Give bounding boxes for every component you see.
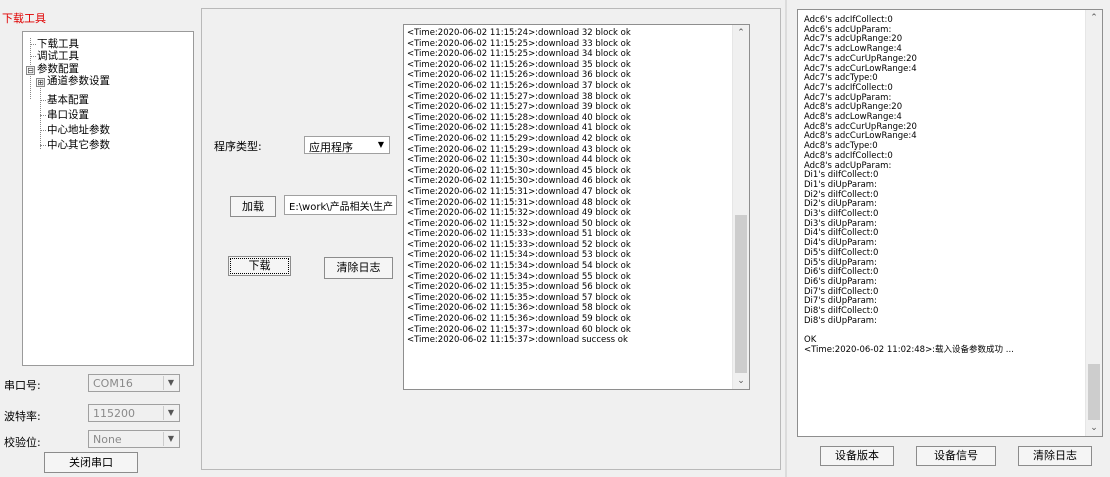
parity-value: None [93, 433, 122, 446]
clear-device-log-button[interactable]: 清除日志 [1018, 446, 1092, 466]
tree-item-param-config[interactable]: 参数配置 [37, 63, 79, 75]
config-tree[interactable]: 下载工具 调试工具 ⊟ 参数配置 ⊞ 通道参数设置 基本配置 串口设置 中心地址… [22, 31, 194, 366]
baud-rate-value: 115200 [93, 407, 135, 420]
log-line: <Time:2020-06-02 11:15:30>:download 45 b… [407, 165, 631, 176]
panel-title: 下载工具 [2, 12, 46, 25]
device-signal-button[interactable]: 设备信号 [916, 446, 996, 466]
close-port-button[interactable]: 关闭串口 [44, 452, 138, 473]
log-line: <Time:2020-06-02 11:15:29>:download 42 b… [407, 133, 631, 144]
scroll-thumb[interactable] [1088, 364, 1100, 420]
tree-connector [30, 56, 36, 57]
download-log[interactable]: <Time:2020-06-02 11:15:24>:download 32 b… [403, 24, 750, 390]
log-line: <Time:2020-06-02 11:15:27>:download 38 b… [407, 91, 631, 102]
tree-connector [40, 145, 46, 146]
chevron-down-icon[interactable]: ▼ [163, 406, 178, 420]
log-line: <Time:2020-06-02 11:15:33>:download 51 b… [407, 229, 631, 240]
tree-connector [40, 130, 46, 131]
serial-port-value: COM16 [93, 377, 133, 390]
tree-connector [40, 115, 46, 116]
log-line: <Time:2020-06-02 11:15:28>:download 40 b… [407, 112, 631, 123]
log-line: <Time:2020-06-02 11:15:30>:download 46 b… [407, 176, 631, 187]
log-line: <Time:2020-06-02 11:15:30>:download 44 b… [407, 155, 631, 166]
log-line: <Time:2020-06-02 11:02:48>:载入设备参数成功 ... [804, 344, 1014, 355]
scroll-up-icon[interactable]: ⌃ [733, 25, 749, 41]
log-line: <Time:2020-06-02 11:15:35>:download 56 b… [407, 282, 631, 293]
tree-item-serial-settings[interactable]: 串口设置 [47, 109, 89, 121]
device-version-button[interactable]: 设备版本 [820, 446, 894, 466]
left-panel: 下载工具 下载工具 调试工具 ⊟ 参数配置 ⊞ 通道参数设置 基本配置 串口设置… [0, 0, 195, 477]
log-line: <Time:2020-06-02 11:15:28>:download 41 b… [407, 123, 631, 134]
log-line: <Time:2020-06-02 11:15:32>:download 50 b… [407, 218, 631, 229]
tree-item-download-tool[interactable]: 下载工具 [37, 38, 79, 50]
tree-item-basic-config[interactable]: 基本配置 [47, 94, 89, 106]
log-line: <Time:2020-06-02 11:15:37>:download succ… [407, 335, 628, 346]
scroll-thumb[interactable] [735, 215, 747, 373]
chevron-down-icon[interactable]: ▼ [374, 138, 388, 152]
log-line: <Time:2020-06-02 11:15:37>:download 60 b… [407, 324, 631, 335]
log-line: <Time:2020-06-02 11:15:35>:download 57 b… [407, 292, 631, 303]
log-line: <Time:2020-06-02 11:15:26>:download 36 b… [407, 70, 631, 81]
baud-rate-label: 波特率: [4, 410, 41, 423]
device-log[interactable]: Adc6's adcIfCollect:0 Adc6's adcUpParam: A… [797, 9, 1103, 437]
log-line: <Time:2020-06-02 11:15:27>:download 39 b… [407, 102, 631, 113]
log-line: <Time:2020-06-02 11:15:31>:download 48 b… [407, 197, 631, 208]
log-line: <Time:2020-06-02 11:15:34>:download 54 b… [407, 261, 631, 272]
log-scrollbar[interactable]: ⌃ ⌄ [732, 25, 749, 389]
log-line: <Time:2020-06-02 11:15:25>:download 33 b… [407, 38, 631, 49]
file-path-value: E:\work\产品相关\生产 [289, 202, 393, 213]
collapse-icon[interactable]: ⊟ [26, 66, 35, 75]
tree-item-debug-tool[interactable]: 调试工具 [37, 50, 79, 62]
log-line: <Time:2020-06-02 11:15:25>:download 34 b… [407, 49, 631, 60]
log-line: <Time:2020-06-02 11:15:36>:download 58 b… [407, 303, 631, 314]
program-type-label: 程序类型: [214, 140, 262, 153]
tree-connector [40, 100, 46, 101]
log-line: <Time:2020-06-02 11:15:31>:download 47 b… [407, 186, 631, 197]
log-line: <Time:2020-06-02 11:15:24>:download 32 b… [407, 28, 631, 38]
log-line: <Time:2020-06-02 11:15:33>:download 52 b… [407, 239, 631, 250]
scroll-up-icon[interactable]: ⌃ [1086, 10, 1102, 26]
scroll-down-icon[interactable]: ⌄ [1086, 420, 1102, 436]
program-type-select[interactable]: 应用程序 ▼ [304, 136, 390, 154]
log-line: <Time:2020-06-02 11:15:36>:download 59 b… [407, 314, 631, 325]
clear-log-button[interactable]: 清除日志 [324, 257, 393, 279]
load-button[interactable]: 加载 [230, 196, 276, 217]
log-line: Di8's diUpParam: [804, 315, 877, 326]
log-line: <Time:2020-06-02 11:15:32>:download 49 b… [407, 208, 631, 219]
chevron-down-icon[interactable]: ▼ [163, 376, 178, 390]
chevron-down-icon[interactable]: ▼ [163, 432, 178, 446]
log-line: <Time:2020-06-02 11:15:26>:download 35 b… [407, 59, 631, 70]
tree-item-channel-params[interactable]: 通道参数设置 [47, 75, 110, 87]
log-line: <Time:2020-06-02 11:15:34>:download 53 b… [407, 250, 631, 261]
parity-label: 校验位: [4, 436, 41, 449]
parity-select[interactable]: None ▼ [88, 430, 180, 448]
serial-port-select[interactable]: COM16 ▼ [88, 374, 180, 392]
tree-connector [30, 44, 36, 45]
device-log-scrollbar[interactable]: ⌃ ⌄ [1085, 10, 1102, 436]
download-button[interactable]: 下载 [228, 256, 291, 276]
file-path-input[interactable]: E:\work\产品相关\生产 [284, 195, 397, 215]
tree-item-center-address[interactable]: 中心地址参数 [47, 124, 110, 136]
scroll-down-icon[interactable]: ⌄ [733, 373, 749, 389]
log-line: <Time:2020-06-02 11:15:26>:download 37 b… [407, 80, 631, 91]
serial-port-label: 串口号: [4, 379, 41, 392]
log-line: <Time:2020-06-02 11:15:34>:download 55 b… [407, 271, 631, 282]
expand-icon[interactable]: ⊞ [36, 78, 45, 87]
program-type-value: 应用程序 [309, 141, 353, 154]
download-log-lines: <Time:2020-06-02 11:15:24>:download 32 b… [407, 28, 731, 346]
tree-item-center-other[interactable]: 中心其它参数 [47, 139, 110, 151]
device-log-lines: Adc6's adcIfCollect:0 Adc6's adcUpParam: A… [804, 15, 1084, 356]
baud-rate-select[interactable]: 115200 ▼ [88, 404, 180, 422]
log-line: <Time:2020-06-02 11:15:29>:download 43 b… [407, 144, 631, 155]
